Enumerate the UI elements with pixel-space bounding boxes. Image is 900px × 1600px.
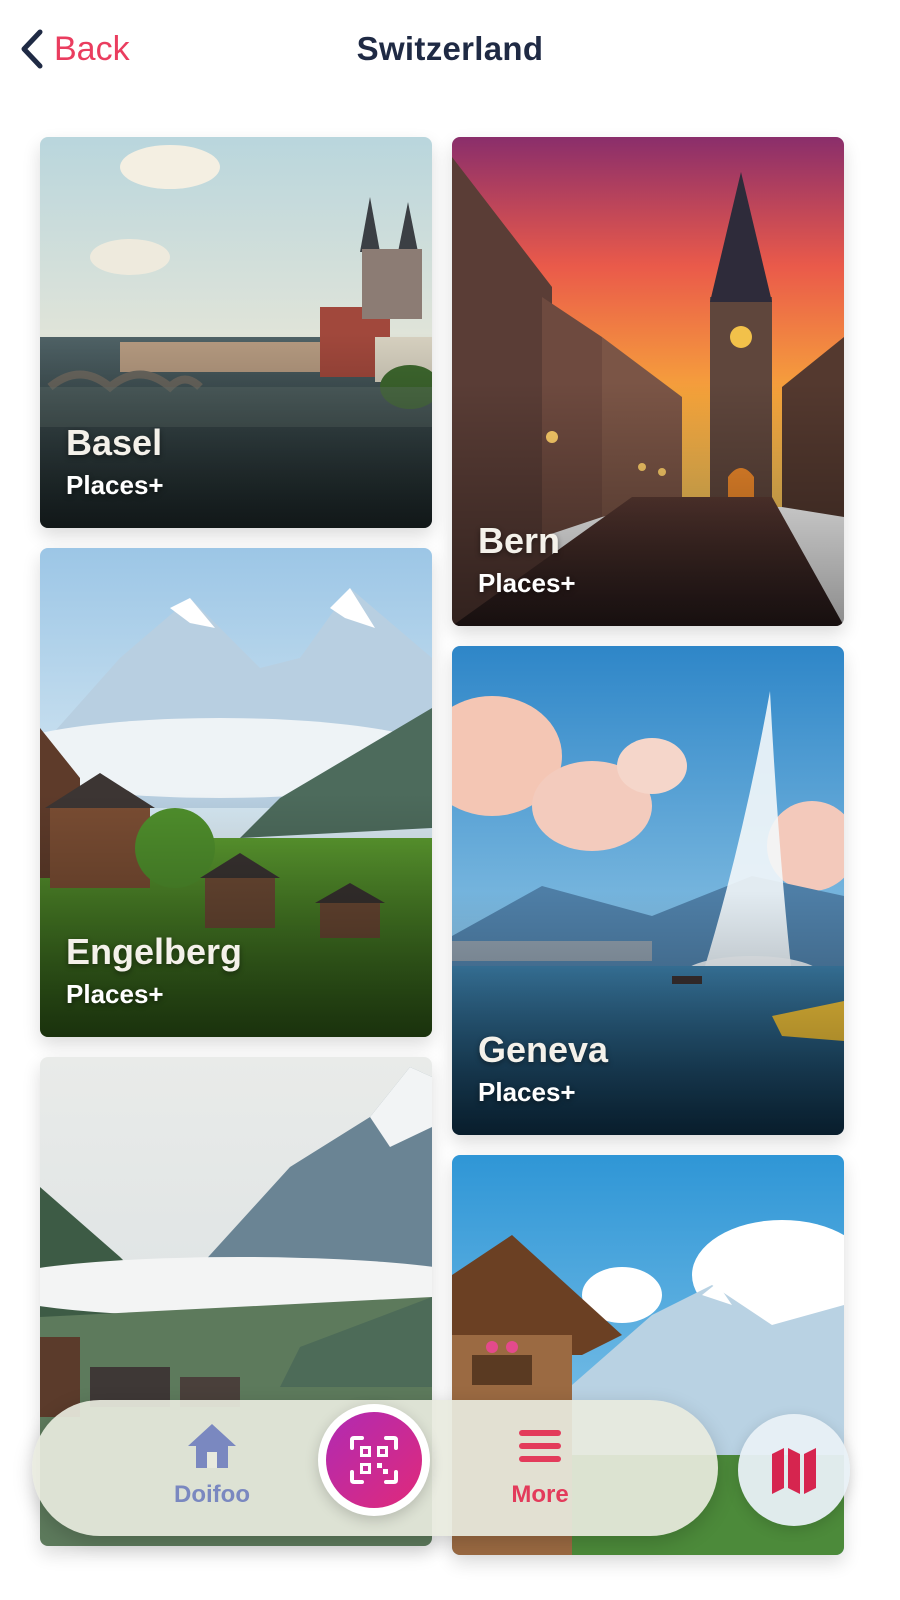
tab-home-label: Doifoo — [174, 1481, 250, 1508]
tab-more-label: More — [511, 1481, 569, 1508]
map-icon — [772, 1448, 816, 1494]
card-title: Geneva — [478, 1029, 609, 1070]
card-title: Engelberg — [66, 931, 243, 972]
card-subtitle: Places+ — [66, 979, 164, 1009]
qr-scan-button-fill — [326, 1412, 422, 1508]
tab-home[interactable]: Doifoo — [142, 1420, 282, 1509]
menu-icon — [519, 1430, 561, 1462]
card-subtitle: Places+ — [478, 568, 576, 598]
card-basel[interactable]: Basel Places+ — [40, 137, 432, 528]
home-icon — [188, 1424, 236, 1468]
card-title: Basel — [66, 422, 163, 463]
map-button[interactable] — [738, 1414, 850, 1526]
header: Back Switzerland — [0, 0, 900, 100]
card-subtitle: Places+ — [66, 470, 164, 500]
card-bern[interactable]: Bern Places+ — [452, 137, 844, 626]
card-engelberg[interactable]: Engelberg Places+ — [40, 548, 432, 1037]
card-title: Bern — [478, 520, 561, 561]
card-subtitle: Places+ — [478, 1077, 576, 1107]
page-title: Switzerland — [356, 30, 544, 67]
card-geneva[interactable]: Geneva Places+ — [452, 646, 844, 1135]
tab-more[interactable]: More — [470, 1420, 610, 1509]
qr-scan-button[interactable] — [318, 1404, 430, 1516]
qr-scan-icon — [350, 1436, 398, 1484]
